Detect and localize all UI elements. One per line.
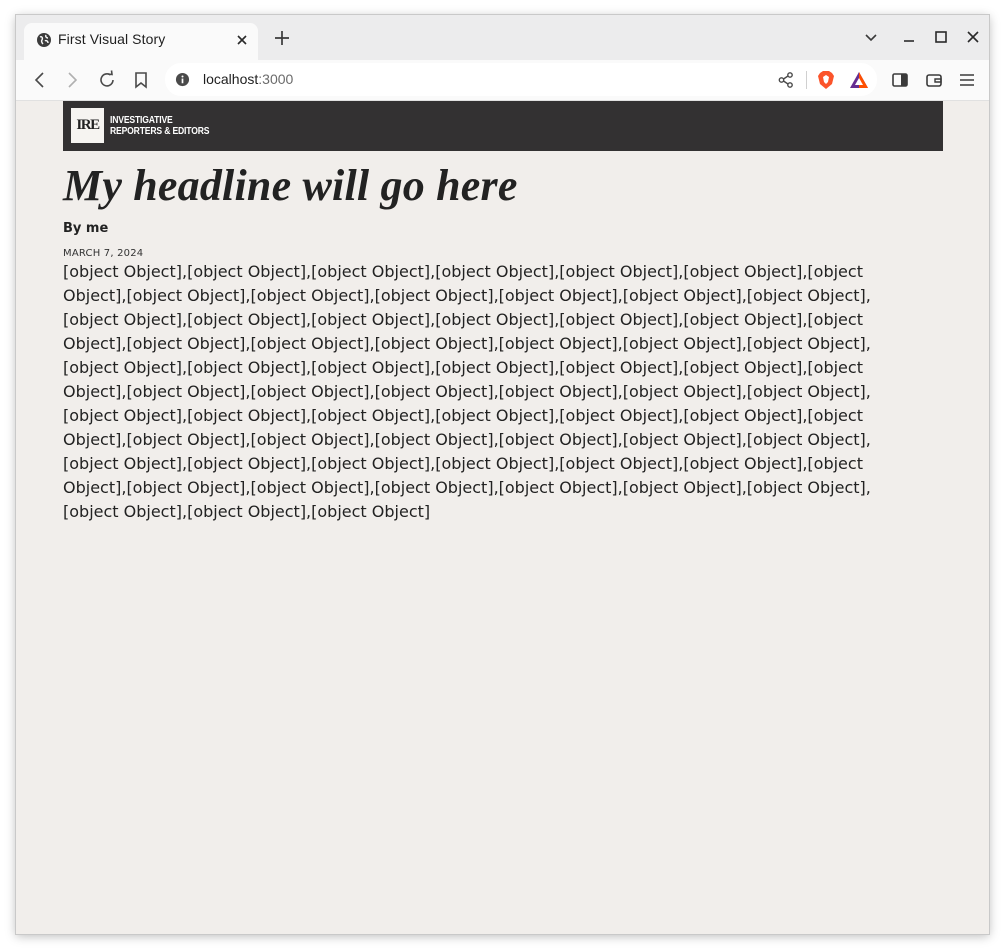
url-port: :3000 xyxy=(258,71,294,87)
tab-title: First Visual Story xyxy=(58,31,166,47)
ire-logo[interactable]: IRE xyxy=(71,108,104,143)
article: IRE INVESTIGATIVE REPORTERS & EDITORS My… xyxy=(63,101,943,524)
maximize-icon[interactable] xyxy=(933,29,949,45)
address-bar[interactable]: localhost:3000 xyxy=(165,63,877,96)
url-host: localhost xyxy=(203,71,259,87)
close-tab-icon[interactable] xyxy=(232,30,252,50)
address-bar-divider xyxy=(806,71,807,89)
ire-wordmark[interactable]: INVESTIGATIVE REPORTERS & EDITORS xyxy=(110,115,209,137)
globe-icon xyxy=(37,33,51,47)
hamburger-menu-icon[interactable] xyxy=(957,70,977,90)
url-text[interactable]: localhost:3000 xyxy=(203,71,293,87)
browser-window: First Visual Story localhost:3000 IRE IN… xyxy=(16,15,989,934)
publish-date: MARCH 7, 2024 xyxy=(63,248,144,259)
tab-strip: First Visual Story xyxy=(16,15,989,60)
site-info-icon[interactable] xyxy=(175,72,190,87)
browser-toolbar: localhost:3000 xyxy=(16,60,989,101)
new-tab-icon[interactable] xyxy=(272,28,292,48)
forward-arrow-icon[interactable] xyxy=(62,70,82,90)
share-icon[interactable] xyxy=(777,71,795,89)
site-header-bar: IRE INVESTIGATIVE REPORTERS & EDITORS xyxy=(63,101,943,151)
brave-shields-icon[interactable] xyxy=(817,70,835,90)
reload-icon[interactable] xyxy=(97,70,117,90)
bookmark-icon[interactable] xyxy=(131,70,151,90)
byline: By me xyxy=(63,221,109,236)
page-headline: My headline will go here xyxy=(63,161,518,210)
wallet-icon[interactable] xyxy=(924,70,944,90)
brave-rewards-icon[interactable] xyxy=(849,71,869,89)
close-window-icon[interactable] xyxy=(965,29,981,45)
minimize-icon[interactable] xyxy=(901,29,917,45)
sidebar-icon[interactable] xyxy=(890,70,910,90)
tab-search-chevron-icon[interactable] xyxy=(863,29,879,45)
ire-wordmark-line2: REPORTERS & EDITORS xyxy=(110,126,210,137)
back-arrow-icon[interactable] xyxy=(30,70,50,90)
page-viewport: IRE INVESTIGATIVE REPORTERS & EDITORS My… xyxy=(16,101,989,934)
tab-first-visual-story[interactable]: First Visual Story xyxy=(24,23,258,60)
article-body: [object Object],[object Object],[object … xyxy=(63,262,871,521)
ire-wordmark-line1: INVESTIGATIVE xyxy=(110,115,173,126)
